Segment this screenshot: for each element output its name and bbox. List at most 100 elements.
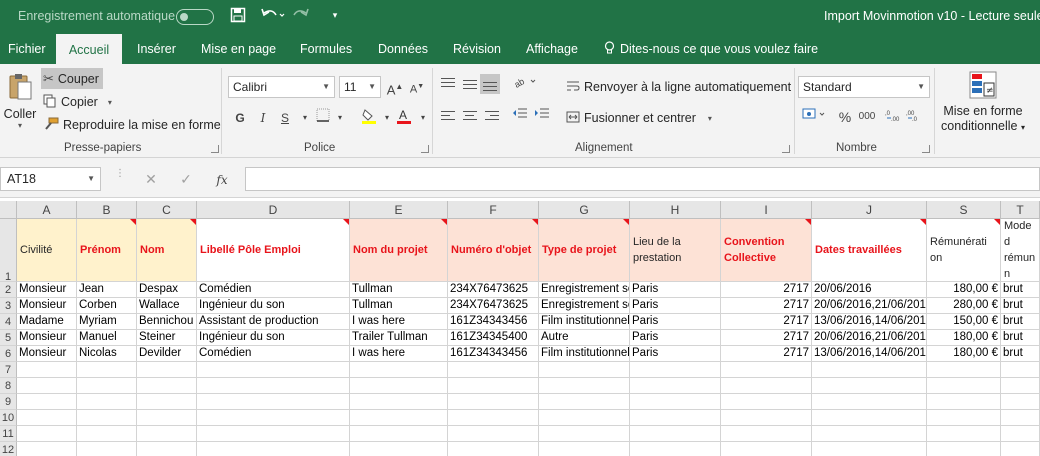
header-nom-projet[interactable]: Nom du projet (350, 219, 448, 282)
empty-cell[interactable] (448, 394, 539, 410)
empty-cell[interactable] (630, 410, 721, 426)
select-all-corner[interactable] (0, 201, 17, 219)
header-numero-objet[interactable]: Numéro d'objet (448, 219, 539, 282)
tab-accueil[interactable]: Accueil (56, 34, 122, 64)
tab-affichage[interactable]: Affichage (518, 34, 586, 64)
borders-dropdown-icon[interactable]: ▾ (330, 108, 350, 128)
empty-cell[interactable] (137, 426, 197, 442)
paste-button[interactable]: Coller ▾ (4, 72, 36, 130)
cell-type[interactable]: Film institutionnel (539, 346, 630, 362)
empty-cell[interactable] (539, 378, 630, 394)
empty-cell[interactable] (17, 410, 77, 426)
empty-cell[interactable] (721, 410, 812, 426)
cell-objet[interactable]: 234X76473625 (448, 298, 539, 314)
cell-nom[interactable]: Despax (137, 282, 197, 298)
cell-civ[interactable]: Monsieur (17, 298, 77, 314)
column-header-e[interactable]: E (350, 201, 448, 219)
header-libelle[interactable]: Libellé Pôle Emploi (197, 219, 350, 282)
empty-cell[interactable] (137, 378, 197, 394)
bold-button[interactable]: G (230, 108, 250, 128)
empty-cell[interactable] (17, 442, 77, 456)
cell-conv[interactable]: 2717 (721, 282, 812, 298)
cell-nom[interactable]: Wallace (137, 298, 197, 314)
insert-function-button[interactable]: fx (210, 168, 234, 190)
empty-cell[interactable] (77, 378, 137, 394)
empty-cell[interactable] (77, 362, 137, 378)
cell-objet[interactable]: 234X76473625 (448, 282, 539, 298)
header-civilite[interactable]: Civilité (17, 219, 77, 282)
empty-cell[interactable] (77, 442, 137, 456)
column-header-i[interactable]: I (721, 201, 812, 219)
cut-button[interactable]: ✂ Couper (41, 68, 103, 89)
font-color-icon[interactable]: A (394, 108, 414, 128)
cell-prenom[interactable]: Manuel (77, 330, 137, 346)
clipboard-launcher-icon[interactable] (211, 145, 219, 153)
cell-type[interactable]: Autre (539, 330, 630, 346)
header-nom[interactable]: Nom (137, 219, 197, 282)
empty-cell[interactable] (17, 362, 77, 378)
header-lieu-prestation[interactable]: Lieu de la prestation (630, 219, 721, 282)
empty-cell[interactable] (197, 362, 350, 378)
cell-objet[interactable]: 161Z34345400 (448, 330, 539, 346)
name-box[interactable]: AT18 ▼ (0, 167, 101, 191)
increase-indent-icon[interactable] (532, 106, 552, 126)
empty-cell[interactable] (448, 442, 539, 456)
cell-nom[interactable]: Bennichou (137, 314, 197, 330)
decrease-decimal-icon[interactable]: ,00,0 (905, 107, 925, 127)
empty-cell[interactable] (927, 378, 1001, 394)
enter-icon[interactable]: ✓ (174, 168, 198, 190)
cell-dates[interactable]: 20/06/2016,21/06/2016 (812, 330, 927, 346)
cell-remun[interactable]: 280,00 € (927, 298, 1001, 314)
empty-cell[interactable] (539, 394, 630, 410)
cell-projet[interactable]: I was here (350, 346, 448, 362)
empty-cell[interactable] (630, 426, 721, 442)
cell-mode[interactable]: brut (1001, 282, 1040, 298)
column-header-s[interactable]: S (927, 201, 1001, 219)
cell-lieu[interactable]: Paris (630, 330, 721, 346)
grow-font-icon[interactable]: A▲ (385, 77, 405, 97)
empty-cell[interactable] (630, 442, 721, 456)
cell-lieu[interactable]: Paris (630, 346, 721, 362)
empty-cell[interactable] (721, 362, 812, 378)
empty-cell[interactable] (539, 410, 630, 426)
tab-formules[interactable]: Formules (292, 34, 360, 64)
align-bottom-icon[interactable] (480, 74, 500, 94)
empty-cell[interactable] (77, 394, 137, 410)
empty-cell[interactable] (17, 394, 77, 410)
empty-cell[interactable] (721, 394, 812, 410)
header-type-projet[interactable]: Type de projet (539, 219, 630, 282)
align-center-icon[interactable] (460, 106, 480, 126)
decrease-indent-icon[interactable] (510, 106, 530, 126)
thousands-separator-button[interactable]: 000 (855, 107, 879, 127)
empty-cell[interactable] (630, 378, 721, 394)
row-header-9[interactable]: 9 (0, 394, 17, 410)
empty-cell[interactable] (17, 378, 77, 394)
cell-objet[interactable]: 161Z34343456 (448, 346, 539, 362)
empty-cell[interactable] (1001, 378, 1040, 394)
cell-mode[interactable]: brut (1001, 330, 1040, 346)
row-header-10[interactable]: 10 (0, 410, 17, 426)
empty-cell[interactable] (77, 410, 137, 426)
cell-prenom[interactable]: Jean (77, 282, 137, 298)
empty-cell[interactable] (350, 442, 448, 456)
empty-cell[interactable] (539, 362, 630, 378)
shrink-font-icon[interactable]: A▼ (407, 77, 427, 97)
cell-libelle[interactable]: Ingénieur du son (197, 298, 350, 314)
cell-mode[interactable]: brut (1001, 314, 1040, 330)
empty-cell[interactable] (197, 410, 350, 426)
empty-cell[interactable] (927, 394, 1001, 410)
undo-icon[interactable] (258, 7, 288, 27)
cell-dates[interactable]: 13/06/2016,14/06/2016 (812, 314, 927, 330)
empty-cell[interactable] (77, 426, 137, 442)
cell-type[interactable]: Enregistrement sonore (539, 282, 630, 298)
empty-cell[interactable] (137, 442, 197, 456)
cell-civ[interactable]: Monsieur (17, 346, 77, 362)
empty-cell[interactable] (630, 394, 721, 410)
column-header-d[interactable]: D (197, 201, 350, 219)
cell-civ[interactable]: Madame (17, 314, 77, 330)
save-icon[interactable] (228, 7, 248, 27)
cell-nom[interactable]: Steiner (137, 330, 197, 346)
cell-objet[interactable]: 161Z34343456 (448, 314, 539, 330)
customize-toolbar-icon[interactable]: ▾ (328, 10, 342, 30)
merge-center-button[interactable]: Fusionner et centrer ▾ (566, 108, 712, 128)
